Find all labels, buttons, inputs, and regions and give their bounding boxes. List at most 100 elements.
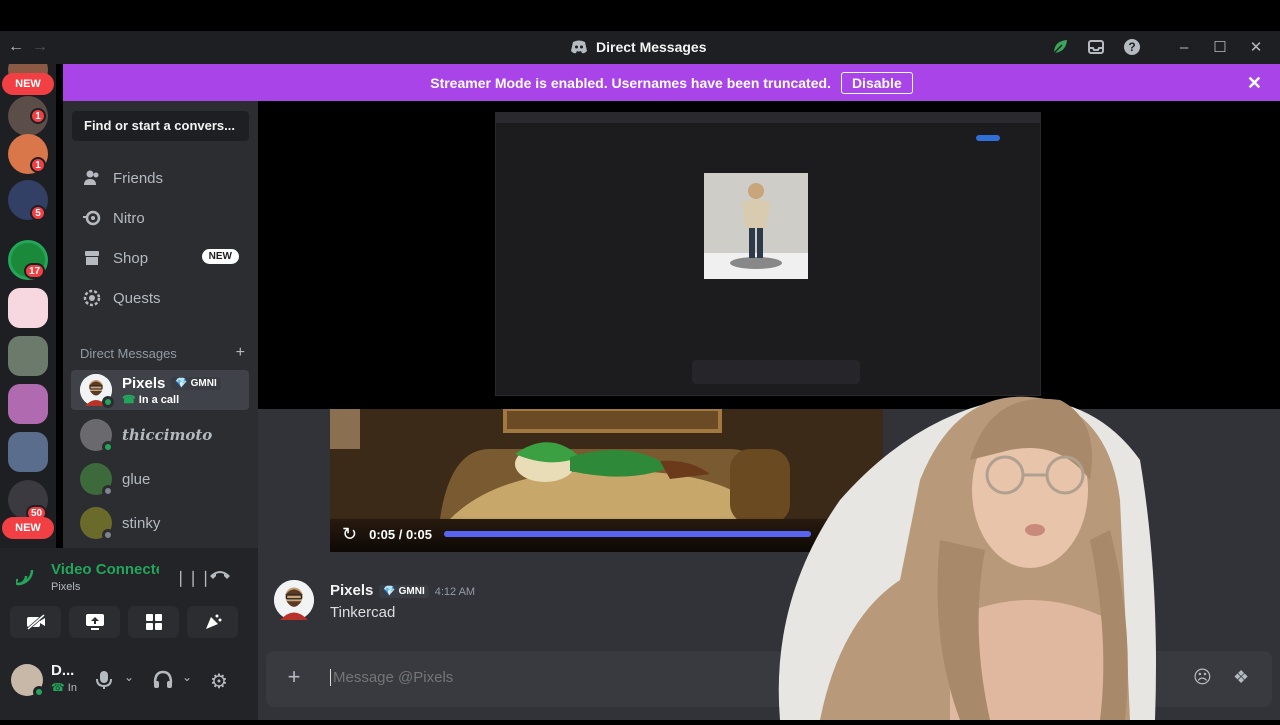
mention-badge: 17 <box>24 263 46 279</box>
dm-header: Direct Messages + <box>80 345 245 362</box>
dm-item[interactable]: stinky <box>71 503 249 543</box>
server-rail: NEW 1 1 5 17 50 NEW <box>0 64 56 548</box>
dm-name: Pixels <box>122 374 166 392</box>
dm-sidebar: Find or start a convers... Friends Nitro… <box>63 101 258 548</box>
server-icon[interactable] <box>8 384 48 424</box>
mention-badge: 1 <box>30 157 46 173</box>
apps-icon[interactable]: ❖ <box>1233 667 1249 688</box>
activities-button[interactable] <box>128 606 179 638</box>
phone-icon: ☎ <box>51 682 65 694</box>
maximize-icon[interactable]: ☐ <box>1202 36 1238 58</box>
top-black-strip <box>0 0 1280 31</box>
minimize-icon[interactable]: – <box>1166 36 1202 58</box>
dm-name: stinky <box>122 514 161 532</box>
shop-icon <box>83 249 101 267</box>
help-icon[interactable]: ? <box>1114 36 1150 58</box>
online-status-dot <box>102 396 114 408</box>
leaf-icon[interactable] <box>1042 36 1078 58</box>
headphones-icon[interactable] <box>153 670 173 695</box>
message-timestamp: 4:12 AM <box>434 586 476 598</box>
guild-tag: 💎 GMNI <box>171 376 221 390</box>
dm-item[interactable]: thiccimoto <box>71 415 249 455</box>
streamer-mode-banner: Streamer Mode is enabled. Usernames have… <box>63 64 1280 101</box>
nav-label: Nitro <box>113 209 145 227</box>
nav-item-friends[interactable]: Friends <box>71 159 249 197</box>
shared-screen-content <box>495 112 1041 396</box>
new-pill[interactable]: NEW <box>2 517 54 539</box>
message-input[interactable] <box>330 669 830 686</box>
video-time: 0:05 / 0:05 <box>369 526 432 542</box>
banner-text: Streamer Mode is enabled. Usernames have… <box>430 74 831 91</box>
close-icon[interactable]: ✕ <box>1247 73 1262 94</box>
dm-item[interactable]: glue <box>71 459 249 499</box>
signal-icon <box>14 568 36 591</box>
user-avatar[interactable] <box>11 664 45 698</box>
new-pill[interactable]: NEW <box>2 73 54 95</box>
server-icon[interactable] <box>8 336 48 376</box>
user-panel: D... ☎ In ⌄ ⌄ ⚙ <box>0 648 258 720</box>
forward-arrow-icon[interactable]: → <box>32 38 48 56</box>
emoji-icon[interactable]: ☹ <box>1193 667 1212 688</box>
soundboard-button[interactable] <box>187 606 238 638</box>
webcam-feed <box>778 396 1156 720</box>
nitro-icon <box>83 209 101 227</box>
dm-status: ☎ In a call <box>122 393 221 406</box>
voice-channel-name[interactable]: Pixels <box>51 581 80 593</box>
user-status: ☎ In <box>51 681 77 694</box>
replay-icon[interactable]: ↻ <box>342 524 357 545</box>
nav-label: Friends <box>113 169 164 187</box>
inbox-icon[interactable] <box>1078 36 1114 58</box>
status-dot <box>102 529 114 541</box>
disconnect-icon[interactable] <box>208 566 232 587</box>
message-author[interactable]: Pixels <box>330 582 373 599</box>
nav-item-nitro[interactable]: Nitro <box>71 199 249 237</box>
status-dot <box>102 485 114 497</box>
chevron-down-icon[interactable]: ⌄ <box>182 670 192 684</box>
nav-label: Shop <box>113 249 149 267</box>
close-icon[interactable]: ✕ <box>1238 36 1274 58</box>
microphone-icon[interactable] <box>96 670 112 695</box>
server-icon[interactable] <box>8 432 48 472</box>
screen-share-stream[interactable] <box>258 101 1280 409</box>
dm-status-text: In a call <box>138 393 180 406</box>
guild-tag: 💎 GMNI <box>379 584 429 598</box>
video-progress-bar[interactable] <box>443 531 811 537</box>
discord-window: ← → Direct Messages ? – ☐ ✕ NEW 1 1 5 17 <box>0 0 1280 720</box>
add-dm-icon[interactable]: + <box>236 345 245 361</box>
new-tag: NEW <box>201 249 239 264</box>
username[interactable]: D... <box>51 662 74 679</box>
back-arrow-icon[interactable]: ← <box>8 38 24 56</box>
online-status-dot <box>102 441 114 453</box>
mention-badge: 1 <box>30 108 46 124</box>
mention-badge: 5 <box>30 205 46 221</box>
screen-share-button[interactable] <box>69 606 120 638</box>
chevron-down-icon[interactable]: ⌄ <box>124 670 134 684</box>
online-status-dot <box>33 686 45 698</box>
gear-icon[interactable]: ⚙ <box>210 669 228 694</box>
dm-header-label: Direct Messages <box>80 346 177 361</box>
disable-button[interactable]: Disable <box>840 71 913 94</box>
dm-name: thiccimoto <box>122 426 213 444</box>
nav-label: Quests <box>113 289 161 307</box>
plus-icon[interactable]: + <box>282 664 306 689</box>
message-header: Pixels 💎 GMNI 4:12 AM <box>330 582 475 599</box>
server-icon[interactable] <box>8 288 48 328</box>
message-avatar[interactable] <box>274 580 314 620</box>
guild-tag-text: GMNI <box>398 585 425 597</box>
shared-share-button <box>976 135 1000 141</box>
user-status-text: In <box>67 682 77 694</box>
nav-item-quests[interactable]: Quests <box>71 279 249 317</box>
dm-item-pixels[interactable]: Pixels 💎 GMNI ☎ In a call <box>71 370 249 410</box>
avatar <box>80 507 114 541</box>
nav-item-shop[interactable]: Shop NEW <box>71 239 249 277</box>
camera-off-button[interactable] <box>10 606 61 638</box>
window-controls: ? – ☐ ✕ <box>1042 36 1274 58</box>
discord-logo-icon <box>571 40 587 54</box>
svg-text:?: ? <box>1128 40 1135 54</box>
phone-icon: ☎ <box>122 393 136 406</box>
voice-status-title[interactable]: Video Connecte <box>51 561 159 578</box>
soundboard-icon[interactable]: ❘❘❘ <box>174 568 212 588</box>
voice-connection-panel: Video Connecte Pixels ❘❘❘ <box>0 548 258 648</box>
friends-icon <box>83 169 101 187</box>
search-input[interactable]: Find or start a convers... <box>72 111 249 141</box>
